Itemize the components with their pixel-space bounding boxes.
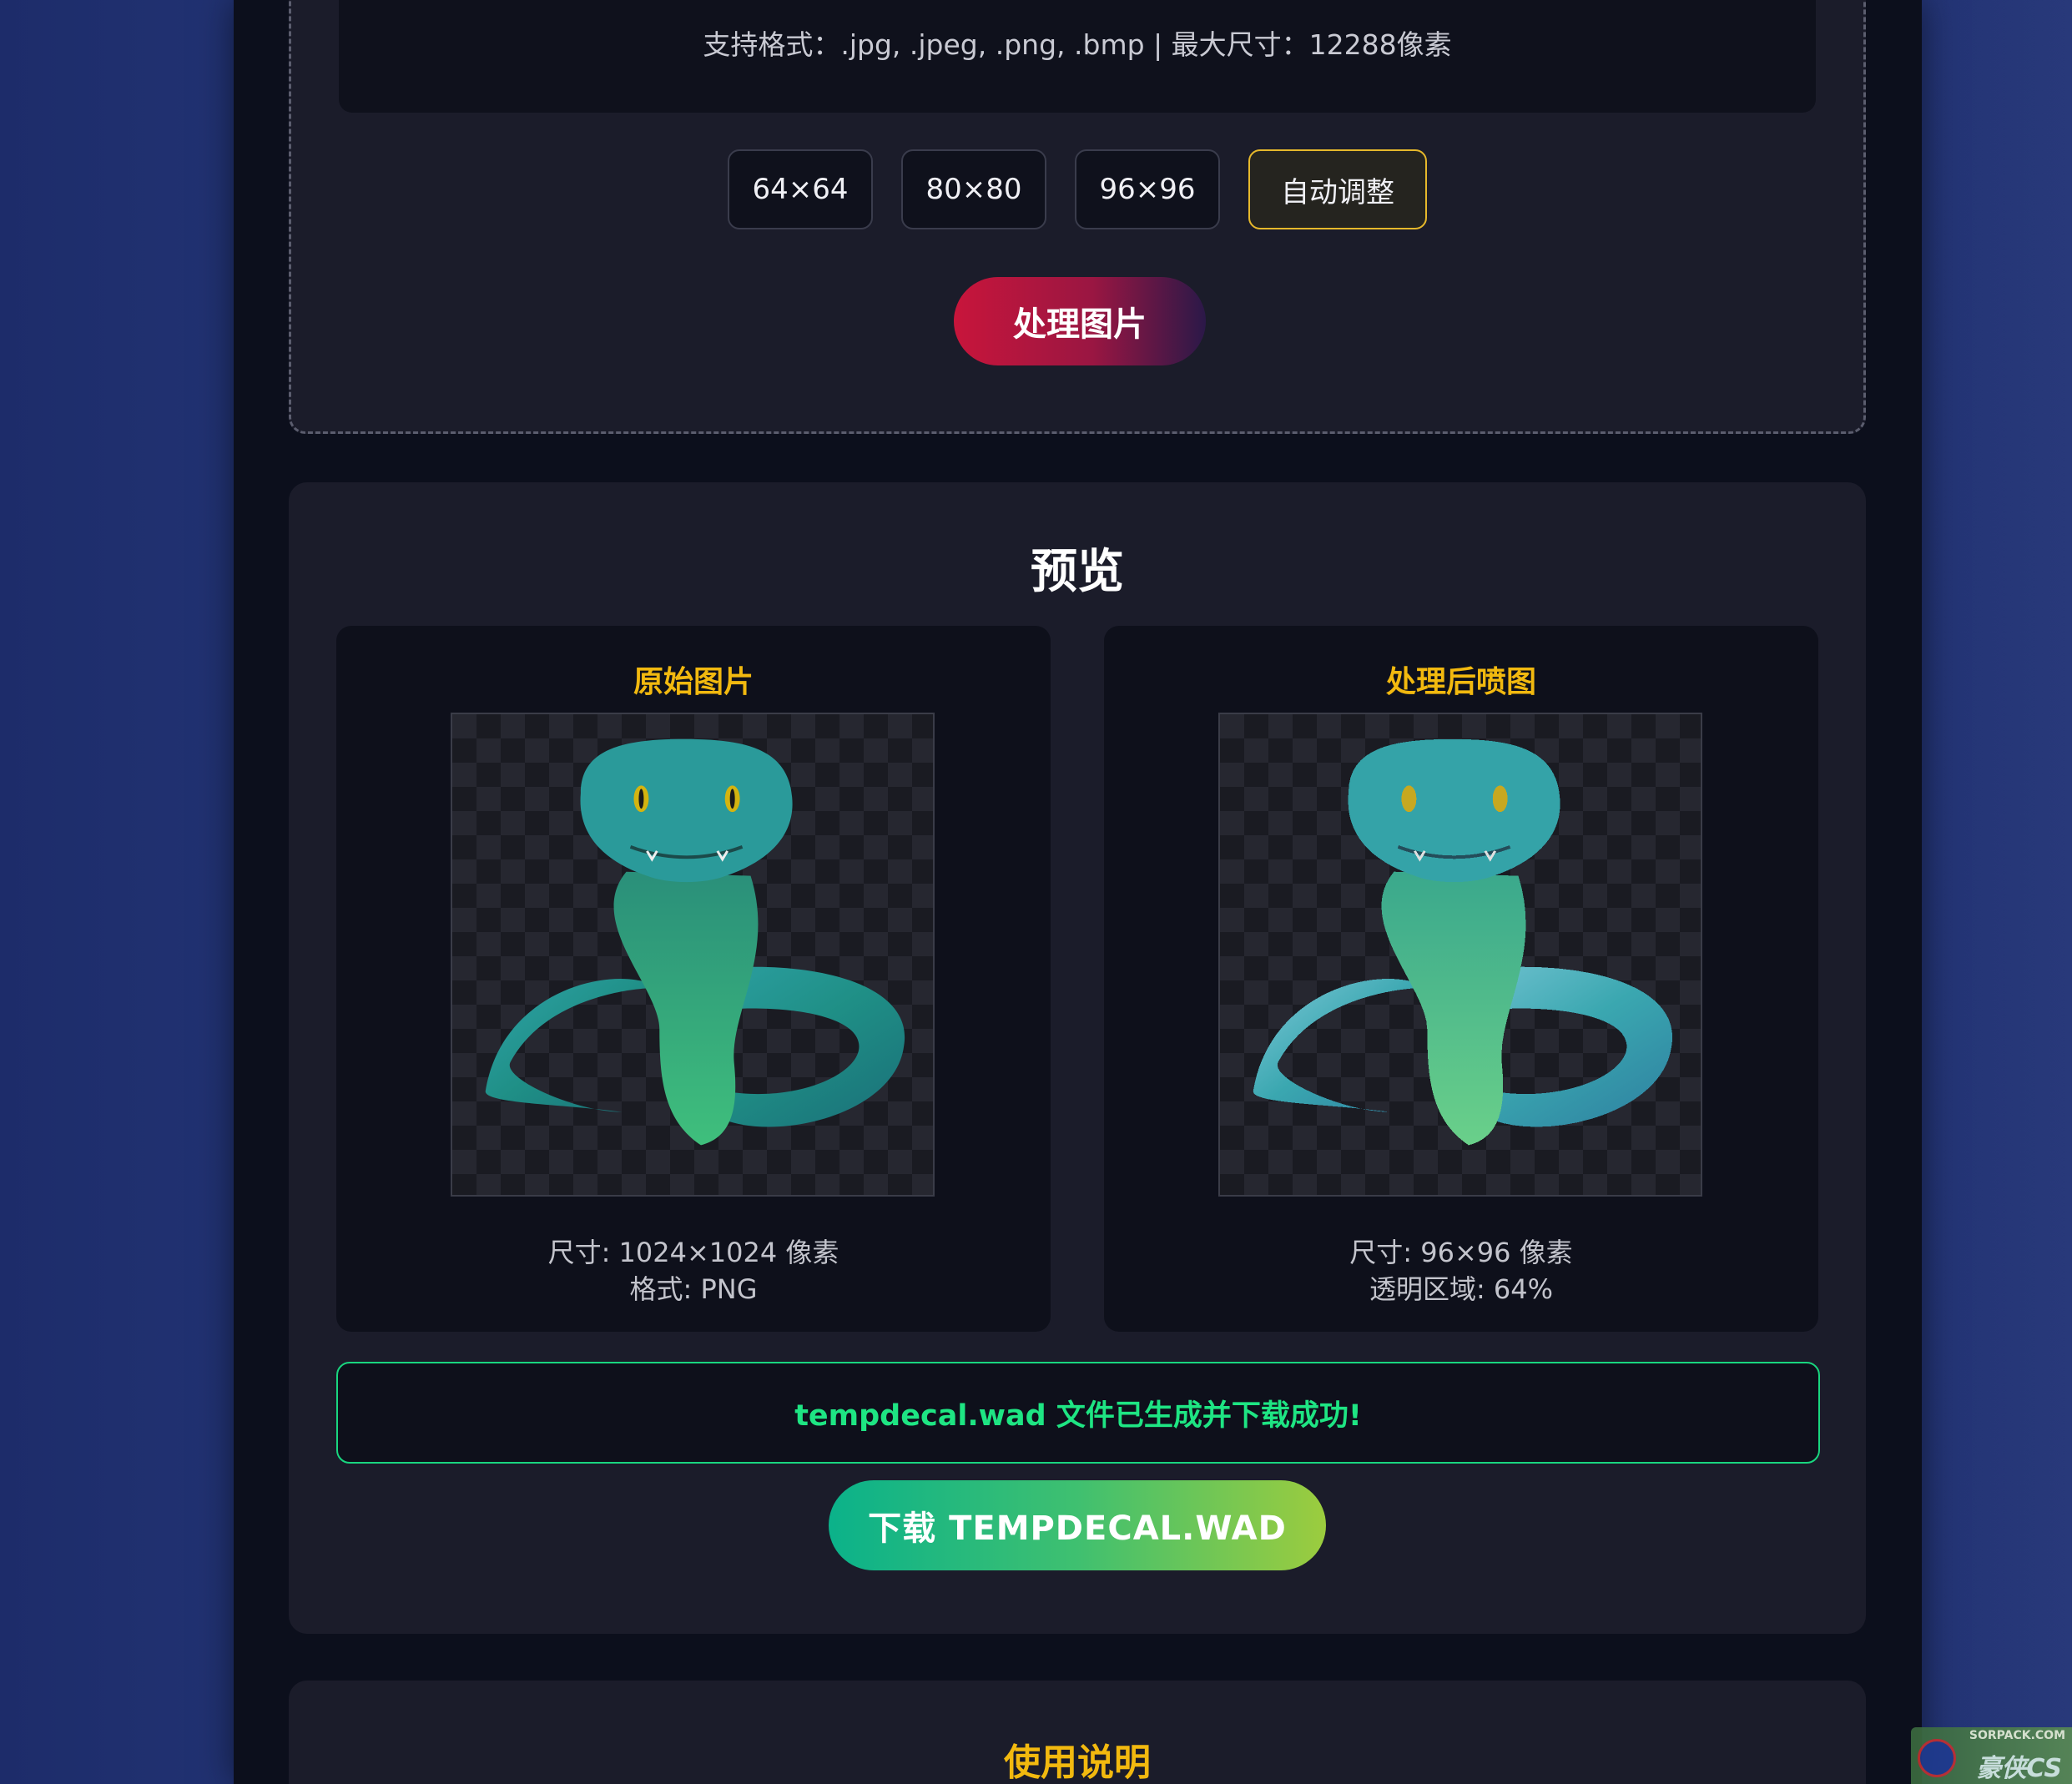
size-option-64[interactable]: 64×64 <box>728 149 873 229</box>
download-wad-button[interactable]: 下载 TEMPDECAL.WAD <box>829 1480 1326 1570</box>
watermark-globe-icon <box>1918 1739 1956 1777</box>
site-watermark-logo: SORPACK.COM 豪侠CS <box>1911 1727 2072 1784</box>
success-message: tempdecal.wad 文件已生成并下载成功! <box>336 1362 1820 1464</box>
preview-title: 预览 <box>1031 545 1124 599</box>
watermark-brand-text: 豪侠CS <box>1976 1754 2062 1783</box>
supported-formats-text: 支持格式：.jpg, .jpeg, .png, .bmp | 最大尺寸：1228… <box>703 28 1452 61</box>
size-option-96[interactable]: 96×96 <box>1075 149 1220 229</box>
original-image-panel: 原始图片 尺寸: 1024×1024 像素 格式: PNG <box>336 626 1051 1332</box>
original-image-title: 原始图片 <box>633 665 754 699</box>
main-column: 支持格式：.jpg, .jpeg, .png, .bmp | 最大尺寸：1228… <box>234 0 1922 1784</box>
process-image-button[interactable]: 处理图片 <box>954 277 1206 365</box>
usage-section: 使用说明 <box>289 1681 1866 1784</box>
page-background-left <box>0 0 234 1784</box>
usage-title: 使用说明 <box>1004 1741 1151 1784</box>
format-info-box: 支持格式：.jpg, .jpeg, .png, .bmp | 最大尺寸：1228… <box>339 0 1816 113</box>
processed-image-title: 处理后喷图 <box>1385 665 1536 699</box>
processed-size-info: 尺寸: 96×96 像素 <box>1349 1237 1573 1268</box>
processed-transparency-info: 透明区域: 64% <box>1369 1273 1554 1305</box>
original-format-info: 格式: PNG <box>629 1273 758 1305</box>
size-options: 64×64 80×80 96×96 自动调整 <box>291 149 1863 229</box>
processed-image-panel: 处理后喷图 尺寸: 96×96 像素 透明区域: 64% <box>1104 626 1818 1332</box>
original-size-info: 尺寸: 1024×1024 像素 <box>547 1237 839 1268</box>
watermark-site-text: SORPACK.COM <box>1969 1729 2065 1742</box>
cobra-image <box>485 738 905 1146</box>
cobra-decal-image <box>1253 738 1673 1146</box>
size-option-auto[interactable]: 自动调整 <box>1248 149 1427 229</box>
upload-dropzone[interactable]: 支持格式：.jpg, .jpeg, .png, .bmp | 最大尺寸：1228… <box>289 0 1866 434</box>
preview-section: 预览 原始图片 尺寸: 1024×1024 像素 格式: PNG 处理后喷图 尺… <box>289 482 1866 1634</box>
original-image <box>451 713 935 1197</box>
processed-image <box>1218 713 1702 1197</box>
size-option-80[interactable]: 80×80 <box>901 149 1046 229</box>
